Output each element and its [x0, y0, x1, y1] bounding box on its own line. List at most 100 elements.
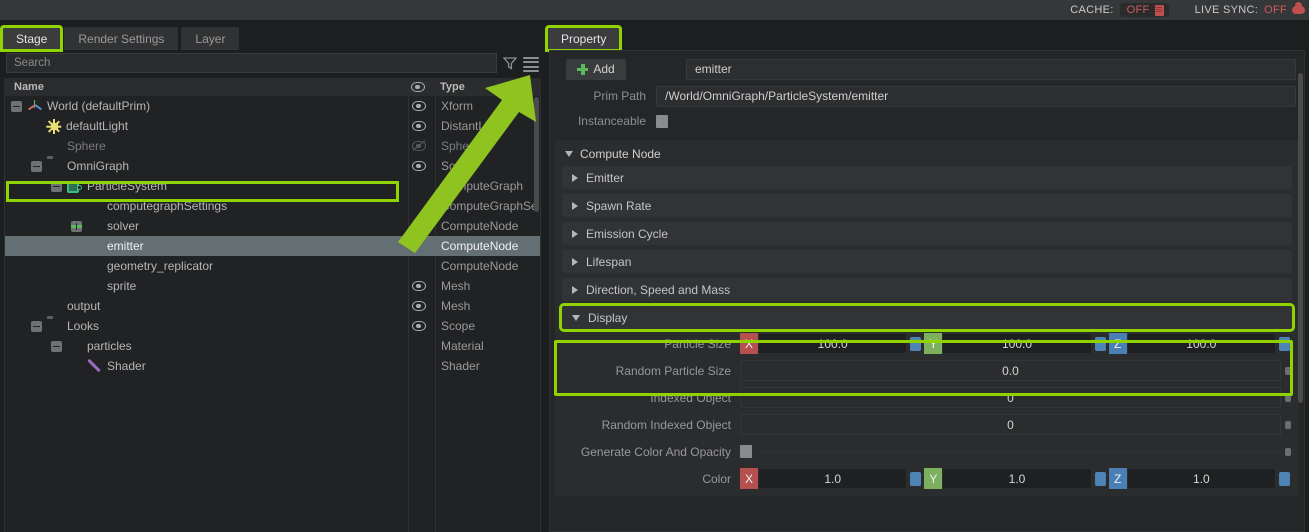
tree-row-type-cell: ComputeGraphSe [432, 197, 538, 215]
prim-path-row: Prim Path /World/OmniGraph/ParticleSyste… [558, 85, 1296, 107]
visibility-toggle[interactable] [405, 321, 432, 331]
tree-row[interactable]: World (defaultPrim) Xform [5, 96, 540, 116]
value-input[interactable]: 0 [740, 414, 1281, 435]
visibility-toggle[interactable] [405, 301, 432, 311]
tree-row-type: Mesh [441, 279, 471, 293]
property-section-emitter[interactable]: Emitter [562, 166, 1292, 189]
tab-property[interactable]: Property [544, 25, 623, 52]
tree-row[interactable]: computegraphSettings ComputeGraphSe [5, 196, 540, 216]
tree-row[interactable]: Looks Scope [5, 316, 540, 336]
property-row: Particle Size X 100.0 Y 100.0 Z 100.0 [555, 331, 1299, 356]
tree-row-name-cell: Looks [5, 319, 405, 334]
property-label: Generate Color And Opacity [580, 444, 731, 459]
live-sync-status-group[interactable]: LIVE SYNC: OFF [1195, 2, 1305, 16]
compute-node-section-header[interactable]: Compute Node [555, 144, 1299, 166]
visibility-toggle[interactable] [405, 141, 432, 151]
link-value-button[interactable] [1285, 393, 1291, 402]
add-button-label: Add [593, 62, 615, 76]
link-value-button[interactable] [1278, 471, 1290, 486]
link-value-button[interactable] [1285, 366, 1291, 375]
tree-row-label: sprite [107, 279, 137, 293]
tree-row[interactable]: geometry_replicator ComputeNode [5, 256, 540, 276]
value-input-z[interactable]: 1.0 [1126, 468, 1276, 489]
property-section-emission-cycle[interactable]: Emission Cycle [562, 222, 1292, 245]
add-button[interactable]: Add [566, 58, 626, 80]
eye-icon [411, 121, 426, 131]
collapse-toggle[interactable] [11, 100, 22, 112]
visibility-toggle[interactable] [405, 281, 432, 291]
property-section-spawn-rate[interactable]: Spawn Rate [562, 194, 1292, 217]
folder-icon [47, 319, 62, 334]
top-status-bar: CACHE: OFF LIVE SYNC: OFF [0, 0, 1309, 20]
property-header: Add emitter Prim Path /World/OmniGraph/P… [550, 51, 1304, 136]
link-value-button[interactable] [1285, 420, 1291, 429]
link-value-button[interactable] [1278, 336, 1290, 351]
stage-tree[interactable]: World (defaultPrim) Xform defaultLight Dist… [4, 96, 541, 532]
tab-render-settings[interactable]: Render Settings [64, 27, 179, 50]
funnel-icon[interactable] [503, 56, 517, 70]
value-input[interactable]: 0 [740, 387, 1281, 408]
tree-row[interactable]: sprite Mesh [5, 276, 540, 296]
stage-tree-scrollbar[interactable] [534, 97, 539, 212]
cache-toggle[interactable]: OFF [1119, 3, 1169, 17]
tree-row-label: OmniGraph [67, 159, 130, 173]
tree-row[interactable]: solver ComputeNode [5, 216, 540, 236]
visibility-toggle[interactable] [405, 161, 432, 171]
stage-search-row: Search [0, 50, 545, 76]
tree-row-type-cell: Scope [432, 317, 475, 335]
tree-row-type: Xform [441, 99, 474, 113]
chevron-right-icon [572, 173, 578, 182]
property-checkbox[interactable] [740, 445, 752, 458]
value-input[interactable]: 0.0 [740, 360, 1281, 381]
axis-label-x: X [740, 333, 758, 354]
property-section-direction-speed-and-mass[interactable]: Direction, Speed and Mass [562, 278, 1292, 301]
tree-row-name-cell: particles [5, 339, 405, 354]
cache-status-group[interactable]: CACHE: OFF [1070, 3, 1169, 17]
instanceable-checkbox[interactable] [656, 114, 668, 128]
tree-row-type: ComputeGraphSe [441, 199, 538, 213]
prim-path-input[interactable]: /World/OmniGraph/ParticleSystem/emitter [656, 85, 1296, 107]
collapse-toggle[interactable] [51, 340, 62, 352]
tree-row[interactable]: defaultLight DistantLight [5, 116, 540, 136]
link-value-button[interactable] [1094, 336, 1106, 351]
collapse-toggle[interactable] [51, 180, 62, 192]
collapse-toggle[interactable] [31, 160, 42, 172]
tree-row-label: particles [87, 339, 132, 353]
hamburger-menu-icon[interactable] [523, 56, 539, 72]
prim-name-input[interactable]: emitter [686, 58, 1296, 80]
expand-toggle[interactable] [71, 220, 82, 232]
tree-row[interactable]: output Mesh [5, 296, 540, 316]
tree-row[interactable]: emitter ComputeNode [5, 236, 540, 256]
tree-row-type: DistantLight [441, 119, 505, 133]
link-value-button[interactable] [1285, 447, 1291, 456]
tree-row[interactable]: OmniGraph Scope [5, 156, 540, 176]
tab-label: Layer [195, 31, 226, 46]
property-section-display[interactable]: Display [559, 303, 1295, 332]
property-content: Add emitter Prim Path /World/OmniGraph/P… [549, 50, 1305, 532]
link-value-button[interactable] [910, 336, 922, 351]
compute-node-section-label: Compute Node [580, 147, 661, 161]
visibility-toggle[interactable] [405, 121, 432, 131]
link-value-button[interactable] [1094, 471, 1106, 486]
property-section-lifespan[interactable]: Lifespan [562, 250, 1292, 273]
property-scrollbar[interactable] [1298, 73, 1303, 403]
link-value-button[interactable] [910, 471, 922, 486]
search-input[interactable]: Search [6, 53, 497, 73]
tab-stage[interactable]: Stage [0, 25, 64, 52]
value-input-y[interactable]: 1.0 [942, 468, 1092, 489]
value-input-x[interactable]: 1.0 [758, 468, 908, 489]
value-input-x[interactable]: 100.0 [758, 333, 908, 354]
prim-path-label: Prim Path [593, 89, 646, 103]
tree-row[interactable]: ParticleSystem ComputeGraph [5, 176, 540, 196]
tree-row[interactable]: Sphere Sphere [5, 136, 540, 156]
value-input-y[interactable]: 100.0 [942, 333, 1092, 354]
tab-layer[interactable]: Layer [181, 27, 240, 50]
collapse-toggle[interactable] [31, 320, 42, 332]
tree-row-type-cell: Mesh [432, 277, 470, 295]
tree-row[interactable]: particles Material [5, 336, 540, 356]
tree-row[interactable]: Shader Shader [5, 356, 540, 376]
value-input-z[interactable]: 100.0 [1126, 333, 1276, 354]
axis-label-y: Y [924, 333, 943, 354]
tree-row-type: ComputeNode [441, 239, 519, 253]
visibility-toggle[interactable] [405, 101, 432, 111]
